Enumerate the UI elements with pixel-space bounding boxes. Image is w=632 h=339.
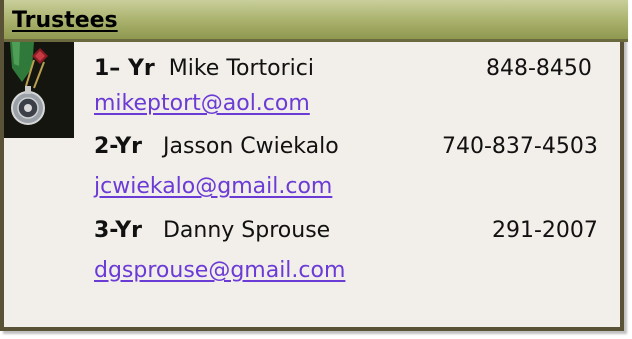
trustee-name: Jasson Cwiekalo <box>162 134 339 159</box>
trustee-name: Mike Tortorici <box>168 56 314 81</box>
trustee-row-2: 2-Yr Jasson Cwiekalo 740-837-4503 <box>94 134 614 164</box>
panel-title: Trustees <box>12 8 118 33</box>
trustee-email-link[interactable]: jcwiekalo@gmail.com <box>94 174 332 199</box>
trustee-name: Danny Sprouse <box>162 218 331 243</box>
term-label: 1– Yr <box>94 56 155 81</box>
trustee-phone: 740-837-4503 <box>442 134 598 159</box>
trustee-phone: 848-8450 <box>486 56 592 81</box>
trustee-email-link[interactable]: mikeptort@aol.com <box>94 91 310 116</box>
trustee-phone: 291-2007 <box>492 218 598 243</box>
trustee-row-3: 3-Yr Danny Sprouse 291-2007 <box>94 218 614 248</box>
trustee-row-1: 1– Yr Mike Tortorici 848-8450 <box>94 56 604 86</box>
trustee-email-link[interactable]: dgsprouse@gmail.com <box>94 258 345 283</box>
panel-header: Trustees <box>4 0 628 42</box>
trustee-line-3: 3-Yr Danny Sprouse <box>94 218 330 243</box>
trustee-line-1: 1– Yr Mike Tortorici <box>94 56 314 81</box>
medal-emblem-icon <box>4 42 74 138</box>
trustee-line-2: 2-Yr Jasson Cwiekalo <box>94 134 339 159</box>
term-label: 2-Yr <box>94 134 142 159</box>
trustees-panel: Trustees 1– Yr Mike Tortorici 848-8450 m… <box>0 0 628 331</box>
term-label: 3-Yr <box>94 218 142 243</box>
